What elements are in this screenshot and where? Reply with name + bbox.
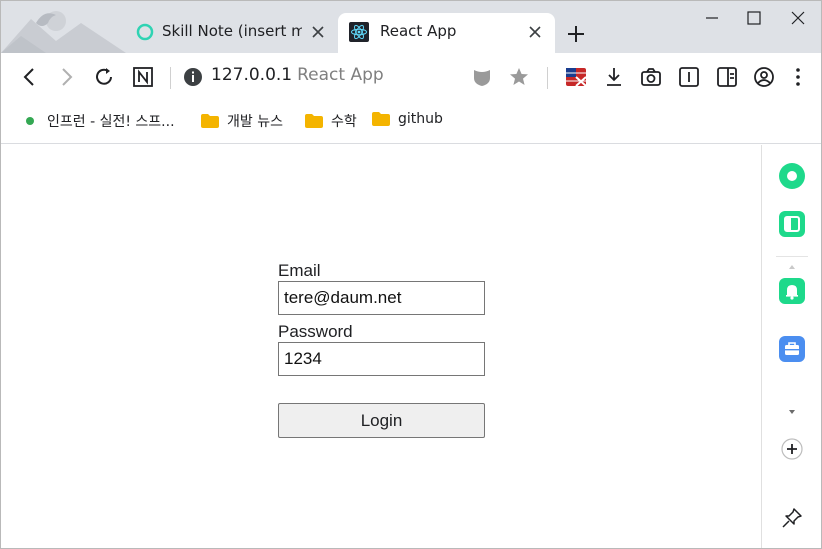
folder-icon: [305, 114, 323, 128]
side-panel: [761, 145, 821, 548]
toolbar-divider: [547, 67, 548, 89]
bookmark-math[interactable]: 수학: [305, 111, 357, 131]
bookmarks-bar: 인프런 - 실전! 스프... 개발 뉴스 수학 github: [1, 100, 821, 144]
info-icon[interactable]: [182, 66, 204, 88]
bookmark-github[interactable]: github: [372, 111, 443, 127]
email-input[interactable]: tere@daum.net: [278, 281, 485, 315]
profile-icon[interactable]: [753, 66, 775, 88]
tab-strip: Skill Note (insert mo React App: [1, 1, 821, 53]
side-panel-divider: [776, 256, 808, 257]
tab-react-app[interactable]: React App: [338, 13, 555, 53]
new-tab-icon[interactable]: [565, 23, 587, 45]
bookmark-label: github: [398, 111, 443, 127]
pin-icon[interactable]: [781, 507, 803, 529]
email-label: Email: [278, 261, 321, 280]
screenshot-camera-icon[interactable]: [640, 66, 662, 88]
scroll-down-icon[interactable]: [788, 409, 796, 415]
ring-favicon-icon: [136, 23, 154, 41]
translate-flag-icon[interactable]: [565, 66, 587, 88]
password-label: Password: [278, 322, 353, 341]
folder-icon: [201, 114, 219, 128]
tab-title: Skill Note (insert mo: [162, 22, 302, 40]
reload-icon[interactable]: [93, 66, 115, 88]
tab-skill-note[interactable]: Skill Note (insert mo: [126, 13, 338, 53]
close-tab-icon[interactable]: [310, 24, 326, 40]
close-window-icon[interactable]: [787, 7, 809, 29]
toolbar: 127.0.0.1 React App: [1, 53, 821, 100]
more-menu-icon[interactable]: [787, 66, 809, 88]
close-tab-icon[interactable]: [527, 24, 543, 40]
password-input[interactable]: 1234: [278, 342, 485, 376]
extension-shield-icon[interactable]: [471, 66, 493, 88]
add-panel-icon[interactable]: [780, 437, 804, 461]
bookmark-label: 인프런 - 실전! 스프...: [47, 114, 175, 130]
scroll-up-icon[interactable]: [788, 264, 796, 270]
url-page-title: React App: [297, 65, 384, 85]
page-content: Email tere@daum.net Password 1234 Login: [1, 145, 761, 548]
reader-mode-icon[interactable]: [678, 66, 700, 88]
side-panel-icon[interactable]: [716, 66, 738, 88]
green-panel-icon[interactable]: [778, 210, 806, 238]
folder-icon: [372, 112, 390, 126]
bookmark-inflearn[interactable]: 인프런 - 실전! 스프...: [25, 111, 175, 131]
login-button[interactable]: Login: [278, 403, 485, 438]
theme-artwork-icon: [1, 11, 126, 53]
minimize-icon[interactable]: [701, 7, 723, 29]
address-bar[interactable]: 127.0.0.1 React App: [211, 65, 384, 85]
forward-icon[interactable]: [55, 66, 77, 88]
briefcase-icon[interactable]: [778, 335, 806, 363]
tab-title: React App: [380, 22, 457, 40]
url-host: 127.0.0.1: [211, 65, 293, 85]
notion-icon[interactable]: [132, 66, 154, 88]
bell-icon[interactable]: [778, 277, 806, 305]
login-form: Email tere@daum.net Password 1234 Login: [278, 260, 486, 438]
bookmark-label: 수학: [331, 114, 357, 130]
maximize-icon[interactable]: [743, 7, 765, 29]
download-icon[interactable]: [603, 66, 625, 88]
back-icon[interactable]: [19, 66, 41, 88]
react-logo-icon: [349, 22, 369, 42]
whale-green-circle-icon[interactable]: [778, 162, 806, 190]
bookmark-label: 개발 뉴스: [227, 114, 283, 130]
toolbar-divider: [170, 67, 171, 89]
bookmark-dev-news[interactable]: 개발 뉴스: [201, 111, 283, 131]
bookmark-star-icon[interactable]: [508, 66, 530, 88]
browser-window: Skill Note (insert mo React App 127.0.0.…: [0, 0, 822, 549]
green-dot-icon: [26, 117, 34, 125]
